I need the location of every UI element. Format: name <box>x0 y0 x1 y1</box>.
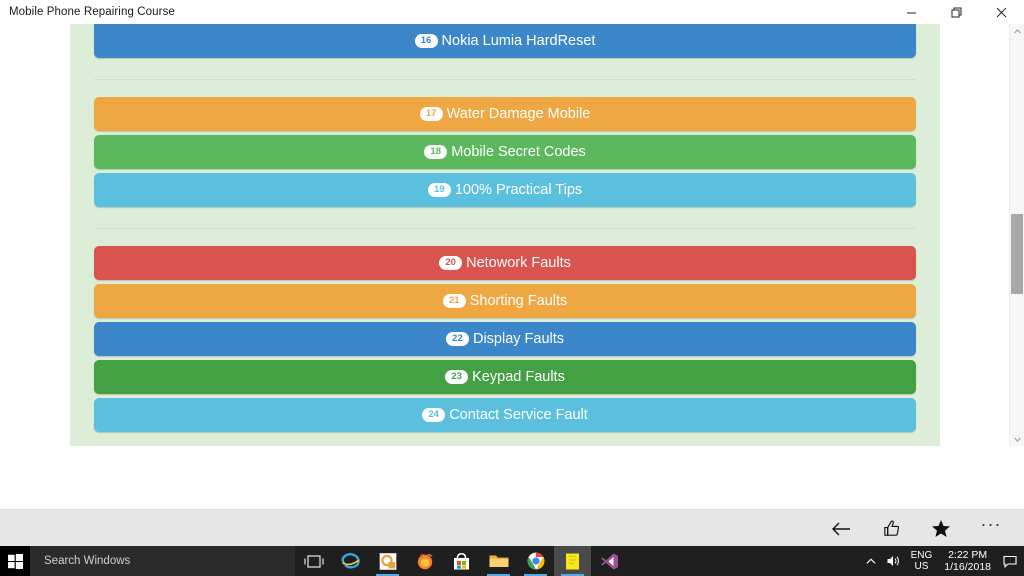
visual-studio-icon[interactable] <box>591 546 628 576</box>
course-topic-bar[interactable]: 22 Display Faults <box>94 322 916 356</box>
topic-label: Netowork Faults <box>466 254 571 271</box>
firefox-icon[interactable] <box>406 546 443 576</box>
title-bar: Mobile Phone Repairing Course <box>0 0 1024 24</box>
topic-number-badge: 22 <box>445 332 469 346</box>
browser-bottom-toolbar: ··· <box>0 509 1024 547</box>
scroll-up-icon[interactable] <box>1010 24 1024 38</box>
taskbar-apps <box>295 546 628 576</box>
clock-time: 2:22 PM <box>948 549 988 561</box>
topic-label: Water Damage Mobile <box>446 105 591 122</box>
topic-number-badge: 17 <box>419 107 443 121</box>
group-gap <box>94 436 916 446</box>
group-gap <box>94 62 916 79</box>
course-topic-list: 16 Nokia Lumia HardReset 17 Water Damage Mo… <box>70 24 940 446</box>
topic-label: Keypad Faults <box>472 368 565 385</box>
task-view-icon[interactable] <box>295 546 332 576</box>
search-placeholder: Search Windows <box>44 555 131 567</box>
window-title: Mobile Phone Repairing Course <box>9 6 175 18</box>
app-window: Mobile Phone Repairing Course 16 Nokia Lu… <box>0 0 1024 576</box>
topic-number-badge: 24 <box>422 408 446 422</box>
microsoft-store-icon[interactable] <box>443 546 480 576</box>
vertical-scrollbar[interactable] <box>1009 24 1024 446</box>
group-separator <box>94 79 916 80</box>
minimize-button[interactable] <box>889 0 934 24</box>
notes-app-icon[interactable] <box>554 546 591 576</box>
more-options-icon[interactable]: ··· <box>966 506 1016 551</box>
topic-label: 100% Practical Tips <box>454 181 583 198</box>
course-topic-bar[interactable]: 16 Nokia Lumia HardReset <box>94 24 916 58</box>
back-icon[interactable] <box>816 510 866 547</box>
course-topic-bar[interactable]: 20 Netowork Faults <box>94 246 916 280</box>
topic-number-badge: 20 <box>439 256 463 270</box>
language-indicator[interactable]: ENG US <box>906 550 938 572</box>
course-topic-bar[interactable]: 19 100% Practical Tips <box>94 173 916 207</box>
topic-label: Shorting Faults <box>469 292 568 309</box>
course-page: 16 Nokia Lumia HardReset 17 Water Damage Mo… <box>70 24 940 446</box>
course-topic-bar[interactable]: 24 Contact Service Fault <box>94 398 916 432</box>
volume-icon[interactable] <box>881 546 906 576</box>
scroll-down-icon[interactable] <box>1010 432 1024 446</box>
favorites-star-icon[interactable] <box>916 510 966 547</box>
group-separator <box>94 228 916 229</box>
language-line-2: US <box>914 561 929 572</box>
restore-button[interactable] <box>934 0 979 24</box>
show-hidden-icons-icon[interactable] <box>861 546 881 576</box>
office-icon[interactable] <box>369 546 406 576</box>
clock[interactable]: 2:22 PM 1/16/2018 <box>937 549 998 573</box>
scrollbar-thumb[interactable] <box>1011 214 1023 294</box>
google-chrome-icon[interactable] <box>517 546 554 576</box>
language-line-1: ENG <box>910 550 933 561</box>
course-topic-bar[interactable]: 18 Mobile Secret Codes <box>94 135 916 169</box>
topic-number-badge: 21 <box>442 294 466 308</box>
file-explorer-icon[interactable] <box>480 546 517 576</box>
topic-number-badge: 23 <box>445 370 469 384</box>
topic-number-badge: 18 <box>424 145 448 159</box>
system-tray: ENG US 2:22 PM 1/16/2018 <box>861 546 1024 576</box>
notifications-icon[interactable] <box>998 546 1022 576</box>
topic-label: Mobile Secret Codes <box>451 143 586 160</box>
close-button[interactable] <box>979 0 1024 24</box>
internet-explorer-icon[interactable] <box>332 546 369 576</box>
topic-label: Contact Service Fault <box>449 406 588 423</box>
course-topic-bar[interactable]: 21 Shorting Faults <box>94 284 916 318</box>
start-button[interactable] <box>0 546 30 576</box>
topic-label: Nokia Lumia HardReset <box>441 32 596 49</box>
course-topic-bar[interactable]: 17 Water Damage Mobile <box>94 97 916 131</box>
course-topic-bar[interactable]: 23 Keypad Faults <box>94 360 916 394</box>
clock-date: 1/16/2018 <box>944 561 991 573</box>
windows-taskbar: Search Windows ENG US 2:22 PM 1/16/2018 <box>0 546 1024 576</box>
thumbs-up-icon[interactable] <box>866 510 916 547</box>
topic-number-badge: 16 <box>414 34 438 48</box>
topic-label: Display Faults <box>472 330 565 347</box>
group-gap <box>94 211 916 228</box>
search-input[interactable]: Search Windows <box>30 546 295 576</box>
browser-viewport: 16 Nokia Lumia HardReset 17 Water Damage Mo… <box>0 24 1010 446</box>
topic-number-badge: 19 <box>427 183 451 197</box>
